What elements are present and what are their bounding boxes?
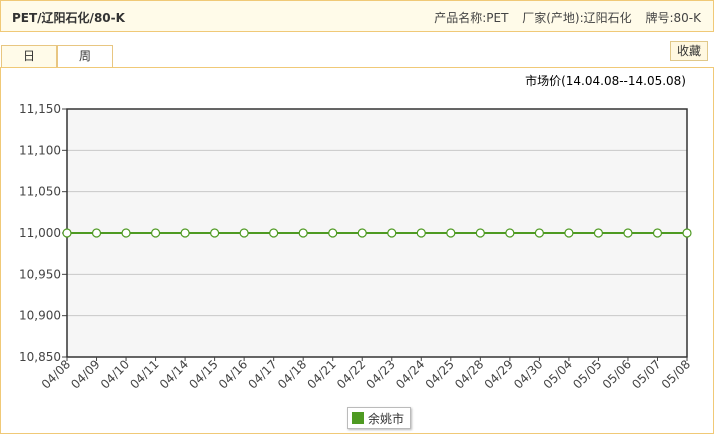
data-point [475, 228, 485, 238]
data-point [239, 228, 249, 238]
y-tick-label: 11,000 [19, 226, 61, 240]
x-tick-label: 04/30 [511, 357, 545, 391]
x-tick-label: 04/25 [423, 357, 457, 391]
data-point [682, 228, 692, 238]
x-tick-label: 04/10 [98, 357, 132, 391]
y-tick-label: 11,150 [19, 102, 61, 116]
data-point [505, 228, 515, 238]
x-tick-label: 05/06 [600, 357, 634, 391]
x-tick-label: 05/04 [541, 357, 575, 391]
x-tick-label: 05/08 [659, 357, 693, 391]
data-point [298, 228, 308, 238]
data-point [328, 228, 338, 238]
y-tick-label: 10,900 [19, 309, 61, 323]
data-point [150, 228, 161, 238]
data-point [446, 228, 456, 238]
x-tick-label: 05/05 [570, 357, 604, 391]
data-point [652, 228, 663, 238]
x-tick-label: 04/15 [186, 357, 220, 391]
data-point [210, 228, 220, 238]
x-tick-label: 04/29 [482, 357, 516, 391]
data-point [593, 228, 604, 238]
data-point [387, 228, 397, 238]
x-tick-label: 05/07 [629, 357, 663, 391]
data-point [91, 228, 102, 238]
legend-swatch [352, 412, 364, 424]
y-tick-label: 11,050 [19, 185, 61, 199]
data-point [534, 228, 544, 238]
y-tick-label: 10,850 [19, 350, 61, 364]
data-point [623, 228, 633, 238]
data-point [269, 228, 279, 238]
price-line-chart: 10,850 10,900 10,950 11,000 11,050 11,100 11,1… [19, 102, 693, 392]
legend-label: 余姚市 [368, 411, 405, 426]
y-tick-label: 11,100 [19, 143, 61, 157]
data-point [121, 228, 131, 238]
x-tick-label: 04/23 [364, 357, 398, 391]
data-point [180, 228, 190, 238]
x-tick-label: 04/24 [393, 357, 427, 391]
x-tick-label: 04/09 [68, 357, 102, 391]
x-tick-label: 04/17 [245, 357, 279, 391]
x-tick-label: 04/14 [157, 357, 191, 391]
x-tick-label: 04/22 [334, 357, 368, 391]
x-tick-label: 04/28 [452, 357, 486, 391]
data-point [564, 228, 574, 238]
x-tick-label: 04/16 [216, 357, 250, 391]
x-tick-label: 04/18 [275, 357, 309, 391]
chart-legend[interactable]: 余姚市 [347, 407, 412, 429]
x-tick-label: 04/21 [304, 357, 338, 391]
x-tick-label: 04/11 [127, 357, 161, 391]
y-tick-label: 10,950 [19, 267, 61, 281]
data-point [416, 228, 426, 238]
data-point [62, 228, 72, 238]
data-point [357, 228, 367, 238]
